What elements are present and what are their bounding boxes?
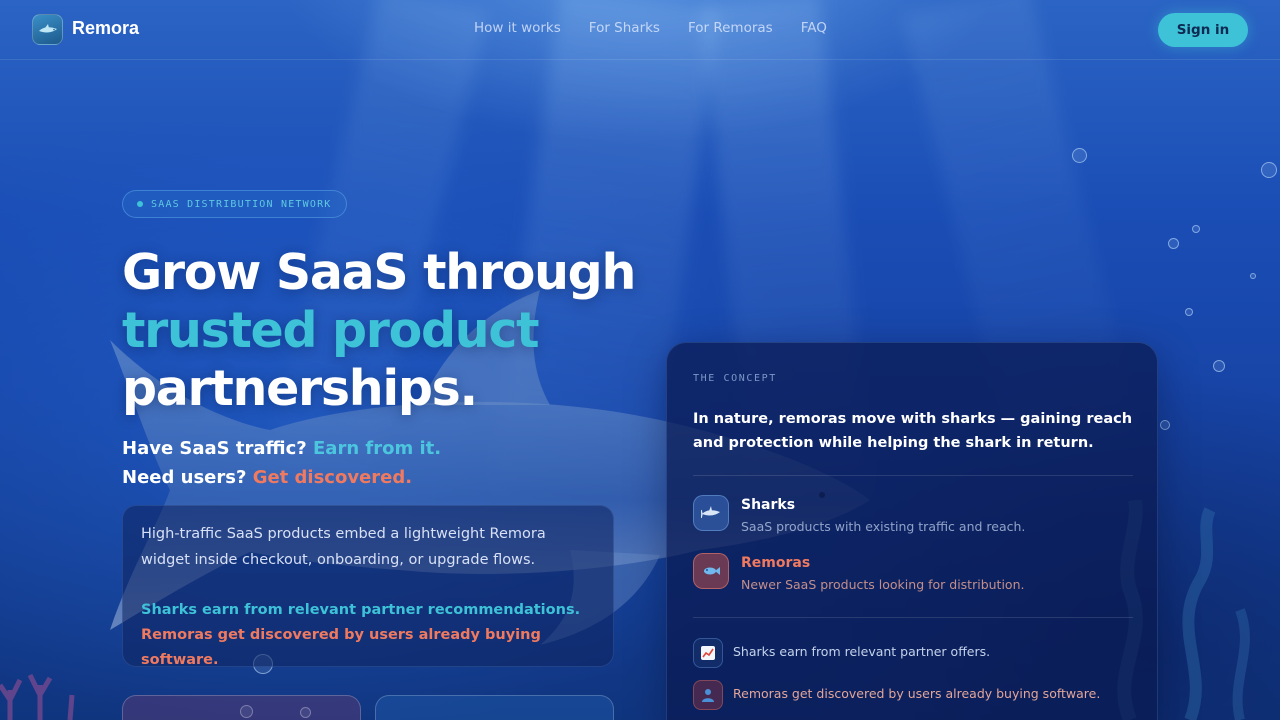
category-pill: SAAS DISTRIBUTION NETWORK: [122, 190, 347, 218]
benefit-sharks-text: Sharks earn from relevant partner offers…: [733, 644, 991, 659]
brand-name[interactable]: Remora: [72, 18, 139, 39]
nav-for-remoras[interactable]: For Remoras: [688, 20, 773, 36]
sub2-prefix: Need users?: [122, 467, 247, 488]
divider: [693, 617, 1133, 618]
benefit-remoras-text: Remoras get discovered by users already …: [733, 686, 1101, 701]
shark-cta-card[interactable]: [122, 695, 361, 720]
info-text: High-traffic SaaS products embed a light…: [141, 526, 546, 568]
nav-for-sharks[interactable]: For Sharks: [589, 20, 660, 36]
role-sharks: Sharks SaaS products with existing traff…: [693, 495, 1133, 535]
sharks-desc: SaaS products with existing traffic and …: [741, 519, 1026, 534]
divider: [693, 475, 1133, 476]
hero-subtitle: Have SaaS traffic? Earn from it. Need us…: [122, 434, 441, 492]
benefit-sharks: Sharks earn from relevant partner offers…: [693, 638, 1133, 668]
chart-up-icon: [693, 638, 723, 668]
hero-title-line2: trusted product: [122, 302, 540, 359]
sharks-name: Sharks: [741, 497, 796, 513]
role-remoras: Remoras Newer SaaS products looking for …: [693, 553, 1133, 593]
status-dot-icon: [137, 201, 143, 207]
info-remoras-line: Remoras get discovered by users already …: [141, 627, 541, 668]
remoras-desc: Newer SaaS products looking for distribu…: [741, 577, 1025, 592]
logo-icon[interactable]: [32, 14, 63, 45]
hero-title-line3: partnerships.: [122, 360, 478, 417]
remora-fish-icon: [693, 553, 729, 589]
info-sharks-line: Sharks earn from relevant partner recomm…: [141, 602, 581, 618]
benefit-remoras: Remoras get discovered by users already …: [693, 680, 1133, 710]
sub1-highlight: Earn from it.: [313, 438, 442, 459]
remoras-name: Remoras: [741, 555, 811, 571]
shark-icon: [693, 495, 729, 531]
hero-title: Grow SaaS through trusted product partne…: [122, 244, 636, 418]
remora-cta-card[interactable]: [375, 695, 614, 720]
top-nav-bar: Remora How it works For Sharks For Remor…: [0, 0, 1280, 60]
nav-how-it-works[interactable]: How it works: [474, 20, 561, 36]
hero-info-box: High-traffic SaaS products embed a light…: [122, 505, 614, 668]
sub1-prefix: Have SaaS traffic?: [122, 438, 307, 459]
coral-illustration: [0, 673, 75, 720]
nav-faq[interactable]: FAQ: [801, 20, 827, 36]
category-pill-label: SAAS DISTRIBUTION NETWORK: [151, 198, 332, 210]
main-nav: How it works For Sharks For Remoras FAQ: [474, 20, 827, 36]
concept-card: THE CONCEPT In nature, remoras move with…: [666, 342, 1158, 720]
sign-in-button[interactable]: Sign in: [1158, 13, 1248, 47]
concept-quote: In nature, remoras move with sharks — ga…: [693, 411, 1133, 451]
user-icon: [693, 680, 723, 710]
hero-title-line1: Grow SaaS through: [122, 244, 636, 301]
concept-eyebrow: THE CONCEPT: [693, 373, 777, 384]
sub2-highlight: Get discovered.: [252, 467, 413, 488]
